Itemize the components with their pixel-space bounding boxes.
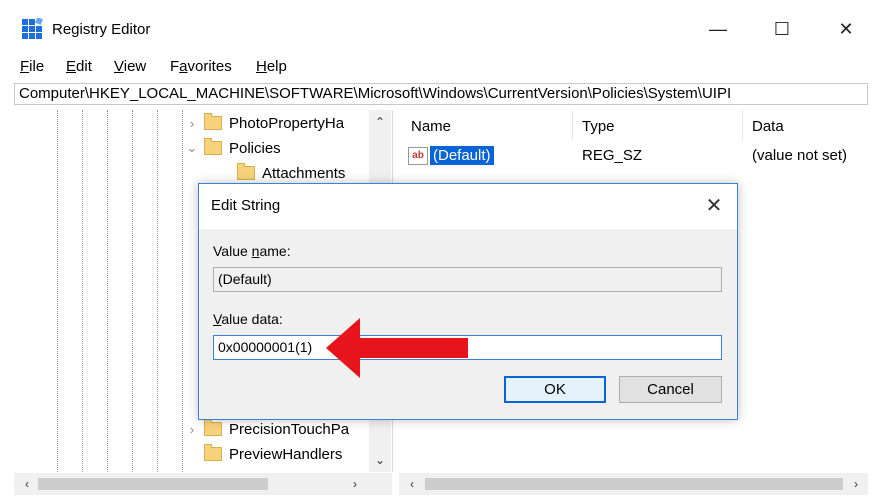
maximize-button[interactable]: ☐ (767, 16, 797, 42)
chevron-right-icon[interactable]: › (184, 116, 200, 131)
minimize-button[interactable]: — (703, 16, 733, 42)
value-name-field: (Default) (213, 267, 722, 292)
tree-item-label: Policies (229, 139, 281, 157)
value-data-label: Value data: (213, 311, 283, 327)
tree-item-previewhandlers[interactable]: PreviewHandlers (204, 443, 342, 465)
value-type-cell: REG_SZ (582, 147, 643, 164)
scroll-right-icon[interactable]: › (344, 474, 366, 494)
edit-string-dialog: Edit String ✕ Value name: (Default) Valu… (198, 183, 738, 420)
scroll-thumb[interactable] (38, 478, 268, 490)
scroll-left-icon[interactable]: ‹ (16, 474, 38, 494)
tree-item-attachments[interactable]: Attachments (237, 162, 345, 184)
cancel-button[interactable]: Cancel (619, 376, 722, 403)
scroll-up-icon[interactable]: ⌃ (369, 112, 391, 132)
scroll-right-icon[interactable]: › (845, 474, 867, 494)
tree-guide-line (157, 110, 158, 472)
dialog-title: Edit String (211, 197, 281, 214)
tree-item-label: PrecisionTouchPa (229, 420, 350, 438)
column-header-type[interactable]: Type (582, 118, 615, 135)
tree-guide-line (132, 110, 133, 472)
column-header-data[interactable]: Data (752, 118, 784, 135)
scroll-left-icon[interactable]: ‹ (401, 474, 423, 494)
menu-favorites[interactable]: Favorites (170, 56, 232, 78)
tree-guide-line (182, 110, 183, 472)
column-separator[interactable] (742, 110, 743, 140)
tree-item-policies[interactable]: ⌄ Policies (184, 137, 281, 159)
tree-guide-line (82, 110, 83, 472)
column-header-name[interactable]: Name (411, 118, 451, 135)
chevron-right-icon[interactable]: › (184, 422, 200, 437)
value-name-label: Value name: (213, 243, 291, 259)
tree-item-photopropertyhandler[interactable]: › PhotoPropertyHa (184, 112, 344, 134)
title-bar: Registry Editor — ☐ ✕ (0, 0, 873, 56)
values-horizontal-scrollbar[interactable]: ‹ › (399, 473, 868, 495)
value-name-cell[interactable]: (Default) (429, 145, 495, 166)
ok-button[interactable]: OK (504, 376, 606, 403)
folder-icon (237, 163, 255, 180)
scroll-thumb[interactable] (425, 478, 843, 490)
registry-editor-icon (21, 17, 43, 40)
folder-icon (204, 138, 222, 155)
menu-file[interactable]: File (20, 56, 44, 78)
address-bar[interactable]: Computer\HKEY_LOCAL_MACHINE\SOFTWARE\Mic… (14, 83, 868, 105)
menu-edit[interactable]: Edit (66, 56, 92, 78)
close-button[interactable]: ✕ (831, 16, 861, 42)
tree-item-precisiontouchpad[interactable]: › PrecisionTouchPa (184, 418, 349, 440)
menu-view[interactable]: View (114, 56, 146, 78)
dialog-close-button[interactable]: ✕ (700, 192, 728, 218)
value-data-cell: (value not set) (752, 147, 848, 164)
red-arrow-annotation (324, 316, 469, 380)
tree-item-label: PhotoPropertyHa (229, 114, 345, 132)
column-separator[interactable] (572, 110, 573, 140)
menu-help[interactable]: Help (256, 56, 287, 78)
folder-icon (204, 419, 222, 436)
chevron-down-icon[interactable]: ⌄ (184, 140, 200, 156)
tree-guide-line (57, 110, 58, 472)
folder-icon (204, 113, 222, 130)
tree-horizontal-scrollbar[interactable]: ‹ › (14, 473, 392, 495)
tree-item-label: Attachments (262, 164, 346, 182)
folder-icon (204, 444, 222, 461)
tree-guide-line (107, 110, 108, 472)
window-title: Registry Editor (52, 21, 151, 38)
menu-bar: File Edit View Favorites Help (0, 56, 873, 80)
scroll-down-icon[interactable]: ⌄ (369, 450, 391, 470)
string-value-icon: ab (408, 147, 428, 165)
tree-item-label: PreviewHandlers (229, 445, 343, 463)
